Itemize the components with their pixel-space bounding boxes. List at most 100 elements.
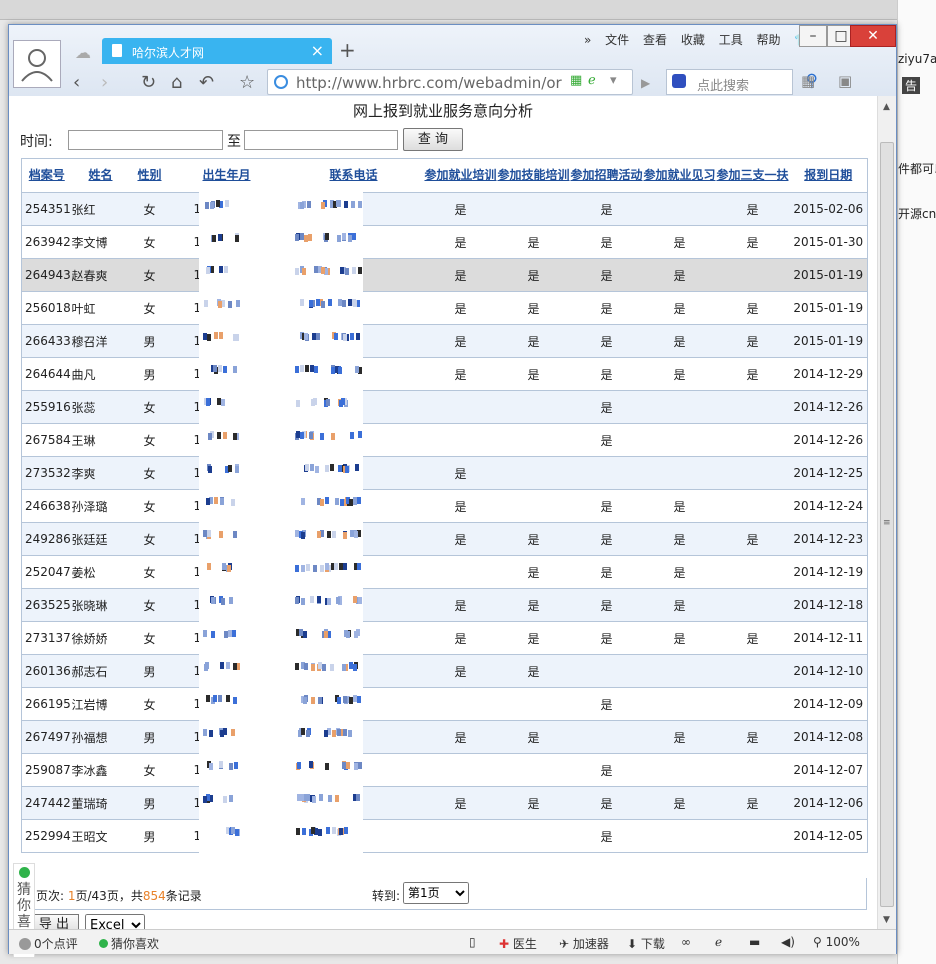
refresh-icon[interactable]: ↻	[141, 72, 156, 93]
table-row[interactable]: 266195江岩博女19939是2014-12-09	[21, 687, 868, 721]
search-placeholder[interactable]: 点此搜索	[697, 75, 749, 94]
calendar-icon[interactable]: ▣	[838, 72, 852, 90]
column-header[interactable]: 参加就业培训	[423, 158, 498, 193]
cell-c1: 是	[423, 225, 498, 259]
new-tab-icon[interactable]: +	[339, 38, 356, 62]
column-header[interactable]: 性别	[129, 158, 170, 193]
table-row[interactable]: 252994王昭文男19958是2014-12-05	[21, 819, 868, 853]
export-button[interactable]: 导 出	[29, 914, 79, 929]
query-button[interactable]: 查 询	[403, 128, 463, 151]
table-row[interactable]: 256018叶虹女19936是是是是是2015-01-19	[21, 291, 868, 325]
undo-icon[interactable]: ↶	[199, 72, 214, 93]
start-date-input[interactable]	[68, 130, 223, 150]
cell-date: 2014-12-26	[789, 390, 868, 424]
phone-icon[interactable]: ▯	[469, 935, 476, 949]
menu-view[interactable]: 查看	[643, 33, 667, 47]
menu-file[interactable]: 文件	[605, 33, 629, 47]
table-row[interactable]: 252047姜松女19815是是是2014-12-19	[21, 555, 868, 589]
cell-name: 孙泽璐	[71, 489, 130, 523]
cell-date: 2014-12-08	[789, 720, 868, 754]
ie-mode-icon[interactable]: ℯ	[588, 73, 596, 88]
cell-date: 2015-02-06	[789, 192, 868, 226]
goto-page-select[interactable]: 第1页	[403, 882, 469, 904]
scroll-up-icon[interactable]: ▲	[883, 102, 890, 112]
export-format-select[interactable]: Excel	[85, 914, 145, 929]
address-bar[interactable]: http://www.hrbrc.com/webadmin/or ▦ ℯ ▾	[267, 69, 633, 95]
table-row[interactable]: 266433穆召洋男19908是是是是是2015-01-19	[21, 324, 868, 358]
cell-c1: 是	[423, 588, 498, 622]
table-row[interactable]: 246638孙泽璐女19907是是是2014-12-24	[21, 489, 868, 523]
column-header[interactable]: 报到日期	[789, 158, 868, 193]
cell-c2: 是	[497, 522, 570, 556]
table-row[interactable]: 264644曲凡男19963是是是是是2014-12-29	[21, 357, 868, 391]
table-row[interactable]: 260136郝志石男19951是是2014-12-10	[21, 654, 868, 688]
table-row[interactable]: 254351张红女1999是是是2015-02-06	[21, 192, 868, 226]
vertical-scrollbar[interactable]: ▲ ≡ ▼	[877, 96, 896, 929]
table-row[interactable]: 264943赵春爽女19951是是是是2015-01-19	[21, 258, 868, 292]
redaction-pixel	[317, 531, 321, 538]
menu-favorites[interactable]: 收藏	[681, 33, 705, 47]
menu-help[interactable]: 帮助	[757, 33, 781, 47]
cell-c5: 是	[715, 720, 790, 754]
close-tab-icon[interactable]: ×	[311, 41, 324, 60]
scroll-down-icon[interactable]: ▼	[883, 915, 890, 925]
screen-icon[interactable]: ▬	[749, 935, 760, 949]
glasses-icon[interactable]: ∞	[681, 935, 691, 949]
column-header[interactable]: 参加三支一扶	[715, 158, 790, 193]
table-row[interactable]: 267497孙福想男19977是是是是2014-12-08	[21, 720, 868, 754]
zoom-status[interactable]: ⚲ 100%	[813, 935, 860, 949]
download-status[interactable]: ⬇ 下载	[627, 935, 665, 952]
column-header[interactable]: 参加就业见习	[643, 158, 716, 193]
cell-c2: 是	[497, 225, 570, 259]
table-row[interactable]: 273137徐娇娇女19863是是是是是2014-12-11	[21, 621, 868, 655]
table-row[interactable]: 249286张廷廷女19968是是是是是2014-12-23	[21, 522, 868, 556]
cell-c1: 是	[423, 291, 498, 325]
guess-status[interactable]: 猜你喜欢	[99, 935, 159, 952]
table-row[interactable]: 267584王琳女19916是2014-12-26	[21, 423, 868, 457]
cell-c5: 是	[715, 324, 790, 358]
back-icon[interactable]: ‹	[73, 72, 80, 93]
doctor-status[interactable]: ✚ 医生	[499, 935, 537, 952]
favorite-star-icon[interactable]: ☆	[239, 72, 255, 93]
menu-tools[interactable]: 工具	[719, 33, 743, 47]
table-row[interactable]: 247442董瑞琦男19914是是是是是2014-12-06	[21, 786, 868, 820]
redaction-pixel	[325, 465, 329, 472]
minimize-button[interactable]: –	[799, 25, 827, 47]
table-row[interactable]: 273532李爽女19917945014是2014-12-25	[21, 456, 868, 490]
table-row[interactable]: 263942李文博女19926是是是是是2015-01-30	[21, 225, 868, 259]
volume-icon[interactable]: ◀)	[781, 935, 795, 949]
table-row[interactable]: 255916张蕊女19966是2014-12-26	[21, 390, 868, 424]
grid-app-icon[interactable]: ▦	[570, 73, 582, 88]
cell-id: 273532	[21, 456, 72, 490]
redaction-pixel	[345, 268, 349, 275]
menu-more[interactable]: »	[584, 33, 591, 47]
redaction-pixel	[339, 828, 343, 835]
doctor-label: 医生	[512, 937, 537, 951]
redaction-pixel	[325, 563, 329, 570]
column-header[interactable]: 参加招聘活动	[569, 158, 644, 193]
address-url[interactable]: http://www.hrbrc.com/webadmin/or	[296, 74, 562, 92]
search-box[interactable]: 点此搜索 ⚲	[666, 69, 818, 95]
home-icon[interactable]: ⌂	[171, 72, 182, 93]
redaction-pixel	[203, 630, 207, 637]
cell-c5	[715, 753, 790, 787]
dropdown-icon[interactable]: ▾	[610, 73, 617, 88]
column-header[interactable]: 姓名	[71, 158, 130, 193]
accelerator-status[interactable]: ✈ 加速器	[559, 935, 609, 952]
redaction-pixel	[304, 663, 308, 670]
close-window-button[interactable]: ✕	[850, 25, 896, 47]
go-icon[interactable]: ▶	[641, 76, 650, 90]
end-date-input[interactable]	[244, 130, 398, 150]
apps-icon[interactable]: ▦	[801, 72, 815, 90]
table-row[interactable]: 259087李冰鑫女19810是2014-12-07	[21, 753, 868, 787]
column-header[interactable]: 档案号	[21, 158, 72, 193]
tab-active[interactable]: 哈尔滨人才网 ×	[102, 38, 332, 64]
ie-icon[interactable]: ℯ	[715, 935, 722, 949]
zoom-level: 100%	[825, 935, 860, 949]
comments-status[interactable]: 0个点评	[19, 935, 78, 952]
forward-icon[interactable]: ›	[101, 72, 108, 93]
table-row[interactable]: 263525张晓琳女19929是是是是2014-12-18	[21, 588, 868, 622]
column-header[interactable]: 参加技能培训	[497, 158, 570, 193]
pager-prefix: 页次:	[36, 889, 68, 903]
cloud-icon[interactable]: ☁	[75, 43, 91, 62]
